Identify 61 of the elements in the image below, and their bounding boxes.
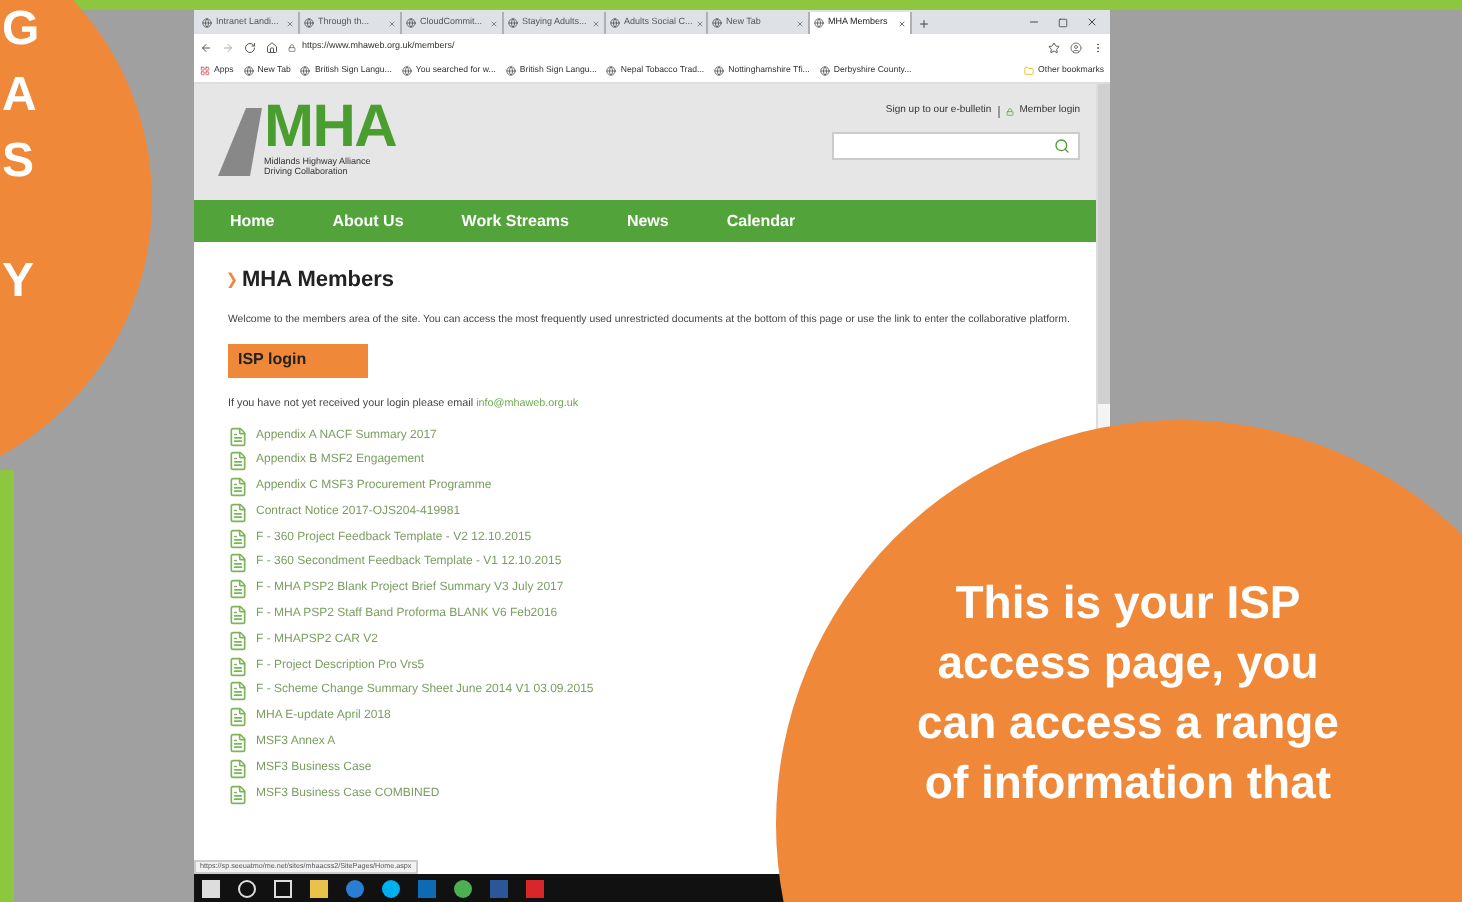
tab-favicon-icon — [610, 18, 620, 28]
callout-text: access page, you — [937, 634, 1319, 692]
badge-letter: A — [2, 66, 39, 126]
document-icon — [228, 450, 248, 473]
globe-icon — [505, 66, 516, 76]
nav-link[interactable]: About Us — [332, 209, 404, 233]
nav-link[interactable]: News — [626, 209, 669, 233]
search-field[interactable] — [832, 131, 1080, 159]
nav-link[interactable]: Home — [230, 209, 275, 233]
document-icon — [228, 425, 248, 447]
document-icon — [228, 706, 248, 729]
close-icon[interactable] — [1086, 16, 1098, 28]
isp-login-button[interactable]: ISP login — [228, 343, 368, 377]
task-view-icon[interactable] — [274, 879, 292, 897]
document-icon — [228, 604, 248, 627]
tab-favicon-icon — [508, 18, 518, 28]
tab-favicon-icon — [406, 18, 416, 28]
reload-icon[interactable] — [244, 41, 256, 53]
maximize-icon[interactable] — [1058, 18, 1068, 28]
nav-link[interactable]: Work Streams — [461, 209, 569, 233]
tab-favicon-icon — [814, 18, 824, 28]
star-icon[interactable] — [1048, 41, 1060, 53]
globe-icon — [714, 66, 725, 76]
lock-icon — [1005, 107, 1014, 116]
callout-text: This is your ISP — [955, 574, 1301, 632]
tab-favicon-icon — [712, 18, 722, 28]
document-icon — [228, 629, 248, 652]
document-icon — [228, 757, 248, 780]
document-icon — [228, 527, 248, 550]
callout-text: can access a range — [917, 694, 1339, 752]
tab-favicon-icon — [304, 18, 314, 28]
globe-icon — [401, 66, 412, 76]
globe-icon — [606, 66, 617, 76]
apps-icon — [200, 66, 210, 76]
page-heading: MHA Members — [242, 266, 394, 296]
home-icon[interactable] — [266, 41, 278, 53]
document-icon — [228, 501, 248, 524]
document-icon — [228, 655, 248, 678]
scrollbar-thumb[interactable] — [1098, 84, 1110, 404]
callout-text: of information that — [924, 754, 1332, 812]
document-icon — [228, 732, 248, 755]
globe-icon — [819, 66, 830, 76]
nav-link[interactable]: Calendar — [726, 209, 796, 233]
badge-letter: S — [2, 132, 37, 192]
back-icon[interactable] — [200, 41, 212, 53]
document-icon — [228, 552, 248, 575]
badge-letter: Y — [2, 252, 37, 312]
badge-letter: G — [2, 0, 40, 60]
lock-icon — [288, 43, 296, 51]
globe-icon — [243, 66, 254, 76]
document-icon — [228, 783, 248, 806]
new-tab-icon[interactable] — [918, 18, 930, 30]
chevron-icon — [228, 272, 236, 289]
document-icon — [228, 680, 248, 703]
document-icon — [228, 476, 248, 499]
logo-text: MHA — [264, 100, 397, 156]
tab-favicon-icon — [202, 18, 212, 28]
globe-icon — [300, 66, 311, 76]
document-icon — [228, 578, 248, 601]
minimize-icon[interactable] — [1028, 16, 1040, 28]
account-icon[interactable] — [1070, 41, 1082, 53]
